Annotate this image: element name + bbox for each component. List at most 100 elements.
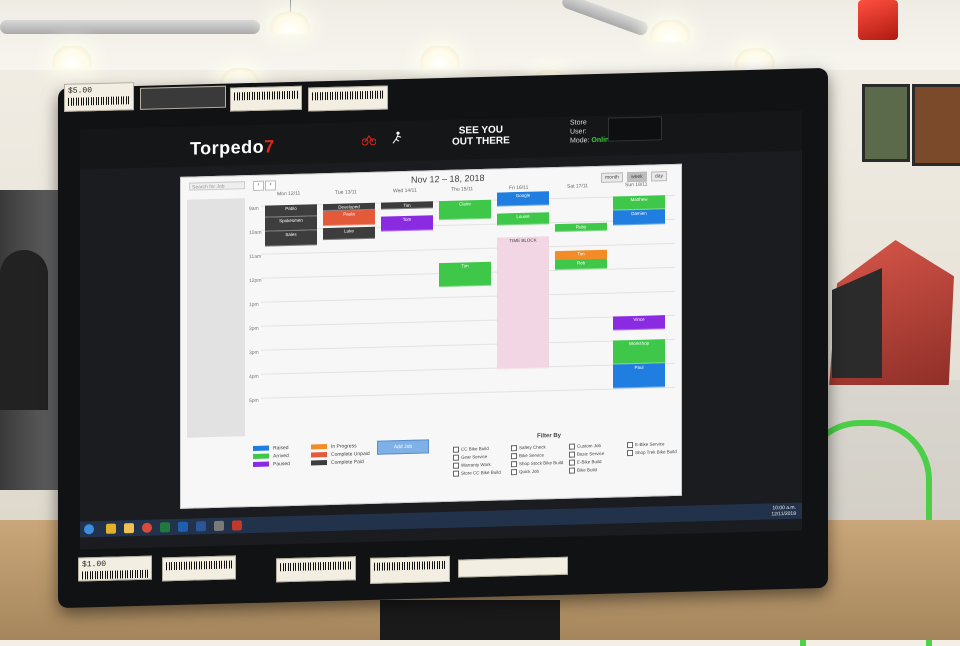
wall-poster bbox=[912, 84, 960, 166]
filter-label: Basic Service bbox=[577, 450, 605, 457]
day-header: Fri 16/11 bbox=[509, 184, 529, 192]
checkbox[interactable] bbox=[569, 451, 575, 458]
add-job-button[interactable]: Add Job bbox=[377, 439, 429, 455]
chrome-icon[interactable] bbox=[142, 522, 152, 533]
prev-week-button[interactable]: ‹ bbox=[253, 180, 264, 191]
filter-checkbox[interactable]: Bike Service bbox=[511, 452, 544, 460]
filter-title: Filter By bbox=[537, 432, 562, 440]
view-day-button[interactable]: day bbox=[651, 171, 668, 182]
calendar-event[interactable]: Tim bbox=[381, 201, 433, 210]
runner-icon bbox=[392, 131, 402, 144]
calendar-event[interactable]: Matthew bbox=[613, 195, 665, 211]
checkbox[interactable] bbox=[453, 446, 459, 453]
price-sticker bbox=[230, 85, 302, 112]
filter-label: Shop Trek Bike Build bbox=[635, 449, 677, 456]
hour-label: 1pm bbox=[249, 301, 259, 309]
app-icon[interactable] bbox=[214, 520, 224, 531]
checkbox[interactable] bbox=[569, 443, 575, 450]
cyclist-icon bbox=[362, 135, 376, 146]
checkbox[interactable] bbox=[569, 459, 575, 466]
filter-label: Shop Stock Bike Build bbox=[519, 460, 564, 467]
calendar-event[interactable]: Tom bbox=[381, 215, 433, 232]
filter-checkbox[interactable]: Basic Service bbox=[569, 451, 604, 458]
filter-checkbox[interactable]: E-Bike Service bbox=[627, 441, 665, 449]
checkbox[interactable] bbox=[627, 450, 633, 457]
view-week-button[interactable]: week bbox=[627, 171, 647, 183]
browser-icon[interactable] bbox=[106, 523, 116, 534]
filter-checkbox[interactable]: Custom Job bbox=[569, 443, 601, 450]
day-header: Tue 13/11 bbox=[335, 189, 357, 196]
view-month-button[interactable]: month bbox=[601, 172, 623, 183]
mode-label: Mode: bbox=[570, 137, 590, 145]
day-header: Thu 15/11 bbox=[451, 186, 474, 193]
filter-checkbox[interactable]: Shop Stock Bike Build bbox=[511, 460, 564, 468]
filter-label: Custom Job bbox=[577, 443, 602, 449]
filter-checkbox[interactable]: Quick Job bbox=[511, 468, 540, 476]
outlook-icon[interactable] bbox=[178, 521, 188, 532]
word-icon[interactable] bbox=[196, 521, 206, 532]
filter-checkbox[interactable]: Shop Trek Bike Build bbox=[627, 449, 677, 457]
app-icon[interactable] bbox=[232, 520, 242, 531]
hour-label: 10am bbox=[249, 229, 262, 237]
filter-checkbox[interactable]: Warranty Work bbox=[453, 462, 491, 469]
legend-swatch bbox=[311, 444, 327, 450]
calendar-event[interactable]: Sales bbox=[265, 230, 317, 247]
calendar-event[interactable]: Claire bbox=[439, 199, 491, 221]
checkbox[interactable] bbox=[453, 454, 459, 461]
calendar-event[interactable]: Louise bbox=[497, 212, 549, 226]
filter-checkbox[interactable]: CC Bike Build bbox=[453, 446, 489, 453]
legend-label: Raised bbox=[273, 445, 289, 452]
calendar-event[interactable]: Spokesmen bbox=[265, 216, 317, 233]
checkbox[interactable] bbox=[511, 445, 517, 452]
filter-label: E-Bike Build bbox=[577, 459, 602, 465]
legend-item: Complete Unpaid bbox=[311, 451, 370, 459]
hanging-bike bbox=[858, 0, 898, 40]
excel-icon[interactable] bbox=[160, 522, 170, 533]
filter-checkbox[interactable]: Bike Build bbox=[569, 467, 597, 474]
price-sticker bbox=[370, 555, 450, 584]
search-input[interactable]: Search for Job bbox=[189, 181, 245, 191]
calendar-event[interactable]: Workshop bbox=[613, 339, 665, 365]
tagline-line-2: OUT THERE bbox=[452, 135, 510, 148]
price-sticker: $5.00 bbox=[64, 82, 134, 112]
checkbox[interactable] bbox=[453, 462, 459, 469]
checkbox[interactable] bbox=[569, 467, 575, 474]
clock-date: 12/11/2018 bbox=[771, 510, 796, 518]
next-week-button[interactable]: › bbox=[265, 180, 276, 191]
hour-label: 4pm bbox=[249, 373, 259, 381]
calendar-event[interactable]: TIME BLOCK bbox=[497, 236, 549, 370]
calendar-event[interactable]: Ruby bbox=[555, 223, 607, 232]
calendar-event[interactable]: Tim bbox=[439, 262, 491, 288]
tagline: SEE YOU OUT THERE bbox=[452, 124, 510, 148]
monitor: $5.00 Torpedo7 SEE YOU OUT THERE Store U… bbox=[58, 67, 828, 609]
store-info: Store User: Mode: Online bbox=[570, 118, 613, 146]
calendar-event[interactable]: Vince bbox=[613, 315, 665, 331]
checkbox[interactable] bbox=[453, 470, 459, 477]
calendar-panel: Search for Job ‹ › Nov 12 – 18, 2018 mon… bbox=[180, 163, 682, 509]
barcode bbox=[234, 90, 298, 101]
filter-checkbox[interactable]: E-Bike Build bbox=[569, 459, 602, 466]
filter-label: Quick Job bbox=[519, 468, 540, 475]
calendar-event[interactable]: Paul bbox=[613, 363, 665, 389]
legend-label: In Progress bbox=[331, 443, 357, 450]
store-selector[interactable] bbox=[608, 116, 662, 142]
checkbox[interactable] bbox=[511, 469, 517, 476]
checkbox[interactable] bbox=[627, 442, 633, 449]
filter-checkbox[interactable]: Gear Service bbox=[453, 454, 487, 461]
filter-checkbox[interactable]: Store CC Bike Build bbox=[453, 469, 501, 477]
calendar-event[interactable]: Google bbox=[497, 191, 549, 207]
filter-checkbox[interactable]: Safety Check bbox=[511, 444, 546, 452]
checkbox[interactable] bbox=[511, 453, 517, 460]
brand-sticker bbox=[140, 85, 226, 110]
app-header: Torpedo7 SEE YOU OUT THERE Store User: M… bbox=[80, 110, 802, 170]
calendar-event[interactable]: Paula bbox=[323, 209, 375, 226]
calendar-event[interactable]: Luke bbox=[323, 226, 375, 241]
checkbox[interactable] bbox=[511, 461, 517, 468]
start-icon[interactable] bbox=[84, 524, 94, 535]
ceiling-lamp bbox=[52, 46, 92, 68]
filter-label: CC Bike Build bbox=[461, 445, 489, 452]
barcode bbox=[312, 90, 384, 101]
folder-icon[interactable] bbox=[124, 523, 134, 534]
calendar-event[interactable]: Rob bbox=[555, 259, 607, 271]
calendar-event[interactable]: Damien bbox=[613, 209, 665, 226]
